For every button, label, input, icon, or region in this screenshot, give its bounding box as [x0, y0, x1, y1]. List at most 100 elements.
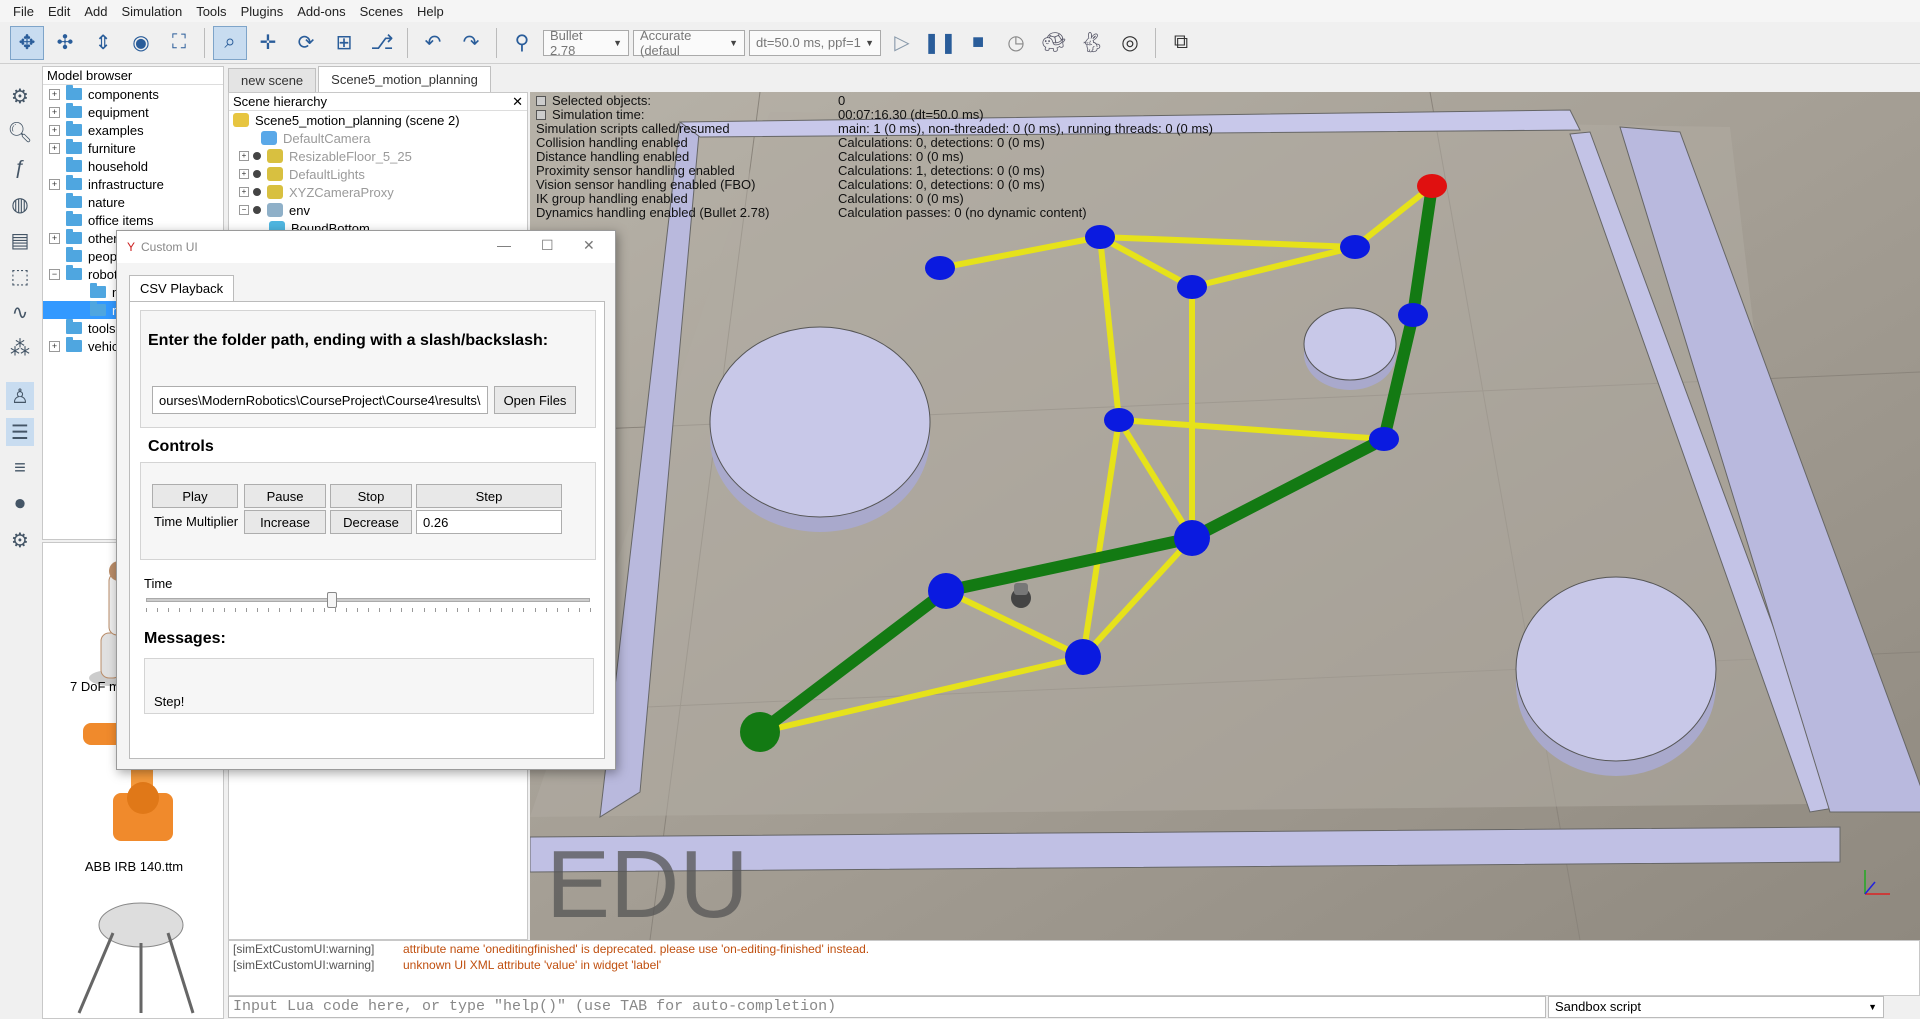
expand-toggle-icon[interactable]	[73, 305, 84, 316]
model-folder-item[interactable]: + equipment	[43, 103, 223, 121]
slow-down-icon[interactable]: 🐢︎	[1037, 26, 1071, 60]
model-browser-toggle-icon[interactable]: ♙	[6, 382, 34, 410]
minimize-icon[interactable]: —	[497, 237, 511, 253]
script-icon[interactable]: ƒ	[6, 154, 34, 182]
dynamics-icon[interactable]: ⚲	[505, 26, 539, 60]
expand-toggle-icon[interactable]: +	[239, 151, 249, 161]
stop-button[interactable]: Stop	[330, 484, 412, 508]
timestep-select[interactable]: dt=50.0 ms, ppf=1 ▼	[749, 29, 881, 56]
real-time-icon[interactable]: ◷	[999, 26, 1033, 60]
assemble-icon[interactable]: ⊞	[327, 26, 361, 60]
play-button[interactable]: Play	[152, 484, 238, 508]
layers-icon[interactable]: ▤	[6, 226, 34, 254]
video-recorder-icon[interactable]: ⏺	[6, 490, 34, 518]
menu-edit[interactable]: Edit	[41, 4, 77, 19]
model-folder-item[interactable]: + furniture	[43, 139, 223, 157]
tab-scene5-motion-planning[interactable]: Scene5_motion_planning	[318, 66, 491, 92]
accuracy-select[interactable]: Accurate (defaul ▼	[633, 28, 745, 58]
model-folder-item[interactable]: + infrastructure	[43, 175, 223, 193]
open-files-button[interactable]: Open Files	[494, 386, 576, 414]
expand-toggle-icon[interactable]	[49, 161, 60, 172]
expand-toggle-icon[interactable]: +	[49, 88, 60, 100]
expand-toggle-icon[interactable]: +	[239, 169, 249, 179]
shape-edit-icon[interactable]: ⬚	[6, 262, 34, 290]
expand-toggle-icon[interactable]	[49, 251, 60, 262]
decrease-button[interactable]: Decrease	[330, 510, 412, 534]
user-settings-icon[interactable]: ⚙	[6, 526, 34, 554]
layer-icon[interactable]: ≡	[6, 454, 34, 482]
visualization-toggle-icon[interactable]: ◎	[1113, 26, 1147, 60]
increase-button[interactable]: Increase	[244, 510, 326, 534]
step-button[interactable]: Step	[416, 484, 562, 508]
expand-toggle-icon[interactable]	[49, 323, 60, 334]
scene-object-row[interactable]: + DefaultLights	[229, 165, 527, 183]
model-folder-item[interactable]: + examples	[43, 121, 223, 139]
menu-scenes[interactable]: Scenes	[353, 4, 410, 19]
model-folder-item[interactable]: household	[43, 157, 223, 175]
redo-icon[interactable]: ↷	[454, 26, 488, 60]
expand-toggle-icon[interactable]: +	[49, 142, 60, 154]
model-folder-item[interactable]: office items	[43, 211, 223, 229]
expand-toggle-icon[interactable]: +	[239, 187, 249, 197]
expand-toggle-icon[interactable]: −	[49, 268, 60, 280]
menu-simulation[interactable]: Simulation	[115, 4, 190, 19]
script-select[interactable]: Sandbox script ▼	[1548, 996, 1884, 1018]
lua-command-input[interactable]: Input Lua code here, or type "help()" (u…	[228, 996, 1546, 1018]
sensor-icon[interactable]: ◍	[6, 190, 34, 218]
menu-plugins[interactable]: Plugins	[234, 4, 291, 19]
expand-toggle-icon[interactable]: +	[49, 106, 60, 118]
expand-toggle-icon[interactable]	[49, 197, 60, 208]
scene-object-row[interactable]: + XYZCameraProxy	[229, 183, 527, 201]
tab-csv-playback[interactable]: CSV Playback	[129, 275, 235, 301]
expand-toggle-icon[interactable]: −	[239, 205, 249, 215]
pause-button[interactable]: Pause	[244, 484, 326, 508]
speed-up-icon[interactable]: 🐇︎	[1075, 26, 1109, 60]
object-rotate-icon[interactable]: ⟳	[289, 26, 323, 60]
expand-toggle-icon[interactable]: +	[49, 340, 60, 352]
click-selection-icon[interactable]: ⌕	[213, 25, 247, 60]
menu-addons[interactable]: Add-ons	[290, 4, 352, 19]
scene-object-row[interactable]: − env	[229, 201, 527, 219]
folder-path-input[interactable]: ourses\ModernRobotics\CourseProject\Cour…	[152, 386, 488, 414]
page-selector-icon[interactable]: ⧉	[1164, 26, 1198, 60]
camera-rotate-icon[interactable]: ✣	[48, 26, 82, 60]
scene-object-row[interactable]: DefaultCamera	[229, 129, 527, 147]
menu-file[interactable]: File	[6, 4, 41, 19]
search-icon[interactable]: 🔍︎	[6, 118, 34, 146]
camera-angle-icon[interactable]: ◉	[124, 26, 158, 60]
expand-toggle-icon[interactable]: +	[49, 124, 60, 136]
pause-simulation-icon[interactable]: ❚❚	[923, 26, 957, 60]
collision-icon[interactable]: ⁂	[6, 334, 34, 362]
model-folder-item[interactable]: + components	[43, 85, 223, 103]
close-icon[interactable]: ✕	[512, 93, 523, 110]
custom-ui-titlebar[interactable]: Y Custom UI — ☐ ✕	[117, 231, 615, 263]
engine-select[interactable]: Bullet 2.78 ▼	[543, 28, 629, 58]
fit-to-view-icon[interactable]: ⛶	[162, 26, 196, 60]
time-slider-track[interactable]	[146, 598, 590, 602]
time-multiplier-input[interactable]: 0.26	[416, 510, 562, 534]
camera-pan-icon[interactable]: ✥	[10, 25, 44, 60]
stop-simulation-icon[interactable]: ■	[961, 26, 995, 60]
tab-new-scene[interactable]: new scene	[228, 68, 317, 92]
undo-icon[interactable]: ↶	[416, 26, 450, 60]
menu-add[interactable]: Add	[77, 4, 114, 19]
start-simulation-icon[interactable]: ▷	[885, 26, 919, 60]
transfer-dna-icon[interactable]: ⎇	[365, 26, 399, 60]
scene-object-row[interactable]: + ResizableFloor_5_25	[229, 147, 527, 165]
camera-shift-icon[interactable]: ⇕	[86, 26, 120, 60]
scene-hierarchy-toggle-icon[interactable]: ☰	[6, 418, 34, 446]
menu-help[interactable]: Help	[410, 4, 451, 19]
maximize-icon[interactable]: ☐	[541, 237, 554, 254]
menu-tools[interactable]: Tools	[189, 4, 233, 19]
expand-toggle-icon[interactable]: +	[49, 178, 60, 190]
close-icon[interactable]: ✕	[583, 237, 595, 254]
path-edit-icon[interactable]: ∿	[6, 298, 34, 326]
info-toggle-icon[interactable]	[536, 110, 546, 120]
time-slider-handle[interactable]	[327, 592, 338, 608]
delta-robot-thumbnail[interactable]	[77, 902, 195, 1014]
info-toggle-icon[interactable]	[536, 96, 546, 106]
model-folder-item[interactable]: nature	[43, 193, 223, 211]
expand-toggle-icon[interactable]: +	[49, 232, 60, 244]
scene-object-row[interactable]: Scene5_motion_planning (scene 2)	[229, 111, 527, 129]
expand-toggle-icon[interactable]	[73, 287, 84, 298]
